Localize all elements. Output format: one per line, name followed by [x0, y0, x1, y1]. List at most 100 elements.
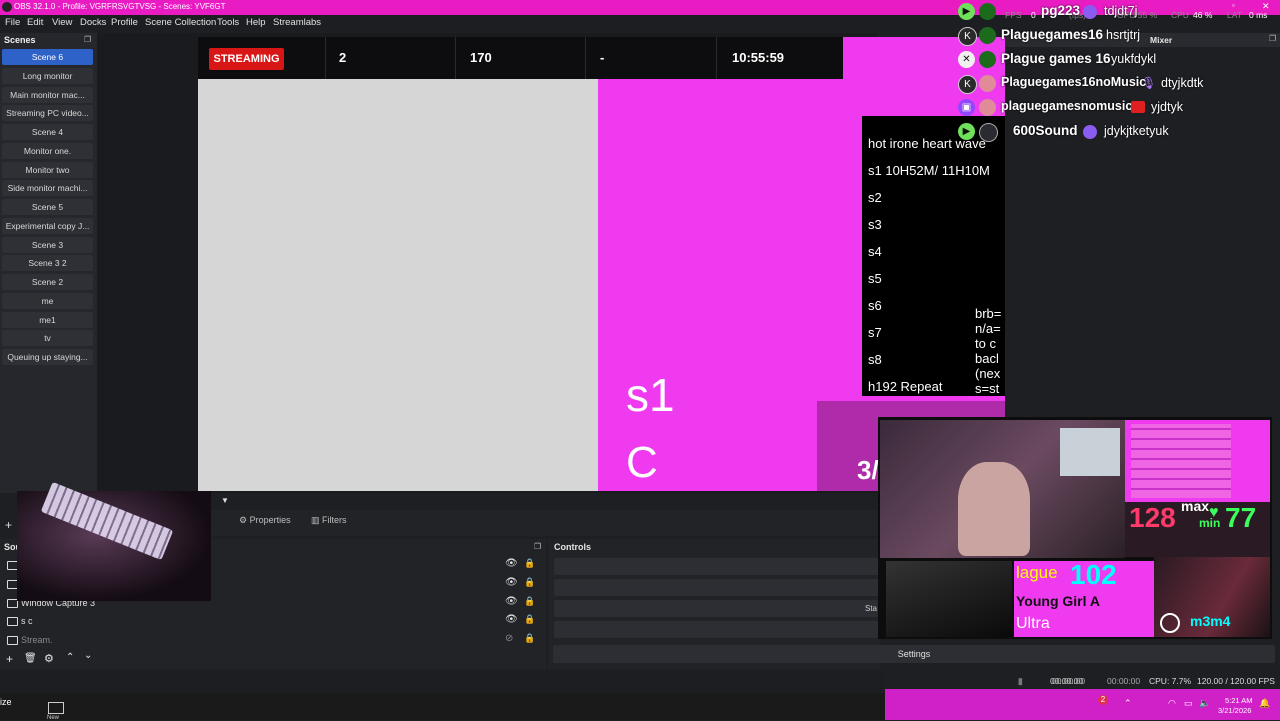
scene-item[interactable]: Streaming PC video...: [2, 105, 93, 121]
menu-edit[interactable]: Edit: [27, 17, 43, 28]
scene-item[interactable]: me: [2, 293, 93, 309]
stat-a: 128: [1129, 502, 1176, 533]
mic-badge-icon: 🎙: [1141, 76, 1157, 90]
control-button[interactable]: [554, 621, 880, 638]
gear-icon: ⚙: [239, 515, 248, 525]
menu-view[interactable]: View: [52, 17, 72, 28]
settings-button[interactable]: Settings: [553, 645, 1275, 663]
menu-tools[interactable]: Tools: [217, 17, 239, 28]
chevron-up-icon[interactable]: ⌃: [1124, 698, 1132, 709]
x-icon: ✕: [958, 51, 975, 68]
eye-icon[interactable]: 👁: [505, 596, 518, 607]
add-source-icon[interactable]: +: [6, 652, 13, 666]
menu-help[interactable]: Help: [246, 17, 266, 28]
clock-date[interactable]: 3/21/2026: [1218, 706, 1251, 715]
volume-icon[interactable]: 🔈: [1199, 698, 1210, 709]
obs-logo-icon: [2, 2, 12, 12]
scene-item[interactable]: Scene 3 2: [2, 255, 93, 271]
taskbar-app-button[interactable]: [48, 702, 64, 714]
scene-item[interactable]: Queuing up staying...: [2, 349, 93, 365]
scene-item[interactable]: Scene 4: [2, 124, 93, 140]
controls-header: Controls: [554, 542, 591, 552]
record-timer: 00:00:00: [1107, 676, 1141, 686]
scene-item[interactable]: Main monitor mac...: [2, 87, 93, 103]
stat-dash: -: [600, 50, 605, 65]
widget-line-2: Young Girl A: [1016, 593, 1100, 609]
chevron-down-icon[interactable]: ⌄: [84, 650, 92, 661]
dropdown-arrow-icon[interactable]: ▼: [221, 496, 229, 505]
menu-streamlabs[interactable]: Streamlabs: [273, 17, 321, 28]
eye-icon[interactable]: 👁: [505, 558, 518, 569]
keyboard-camera-feed: [17, 481, 211, 601]
anime-art: [886, 561, 1012, 637]
menu-file[interactable]: File: [5, 17, 20, 28]
lock-icon[interactable]: 🔒: [524, 596, 535, 607]
cpu-label: CPU: [1171, 10, 1189, 20]
control-button[interactable]: [554, 558, 880, 575]
eye-icon[interactable]: 👁: [505, 577, 518, 588]
lock-icon[interactable]: 🔒: [524, 633, 535, 644]
streamer-image: [958, 462, 1030, 556]
properties-button[interactable]: ⚙ Properties: [239, 515, 291, 526]
schedule-line: s3: [868, 217, 882, 232]
scene-item[interactable]: Monitor one.: [2, 143, 93, 159]
source-name: s c: [21, 616, 33, 626]
avatar: [979, 99, 996, 116]
scene-item[interactable]: Scene 3: [2, 237, 93, 253]
menu-docks[interactable]: Docks: [80, 17, 106, 28]
clock-time[interactable]: 5:21 AM: [1225, 696, 1253, 705]
start-streaming-button[interactable]: [554, 600, 880, 617]
scene-item[interactable]: Side monitor machi...: [2, 180, 93, 196]
monitor-icon[interactable]: ▭: [1184, 698, 1193, 709]
chat-text: hsrtjtrj: [1106, 28, 1141, 42]
add-scene-icon[interactable]: +: [5, 518, 12, 532]
window-icon: [7, 636, 18, 645]
scene-item[interactable]: Experimental copy J...: [2, 218, 93, 234]
stream-timer: 00:00:00: [1052, 676, 1086, 686]
eye-icon[interactable]: 👁: [505, 614, 518, 625]
notification-bell-icon[interactable]: 🔔: [1259, 698, 1270, 709]
menu-profile[interactable]: Profile: [111, 17, 138, 28]
menu-scene-collection[interactable]: Scene Collection: [145, 17, 216, 28]
schedule-line: s2: [868, 190, 882, 205]
wifi-icon[interactable]: ◠: [1168, 698, 1176, 709]
taskbar-pink-region: [885, 689, 1280, 720]
undock-icon[interactable]: ❐: [534, 542, 541, 551]
scene-item[interactable]: Monitor two: [2, 162, 93, 178]
source-row[interactable]: Stream. ⊘ 🔒: [4, 633, 544, 649]
chat-text: tdjdt7j: [1104, 4, 1138, 18]
scene-item[interactable]: Scene 5: [2, 199, 93, 215]
chevron-up-icon[interactable]: ⌃: [66, 652, 74, 663]
lat-value: 0 ms: [1249, 10, 1268, 20]
fps-readout: 120.00 / 120.00 FPS: [1197, 676, 1275, 686]
scene-item[interactable]: Long monitor: [2, 68, 93, 84]
filters-button[interactable]: ▥ Filters: [311, 515, 347, 526]
undock-icon[interactable]: ❐: [84, 35, 91, 44]
chat-text: dtyjkdtk: [1161, 76, 1204, 90]
chat-username: pg223: [1041, 3, 1081, 18]
side-note: bacl: [975, 351, 999, 366]
youtube-icon: ▶: [958, 3, 975, 20]
trash-icon[interactable]: 🗑: [24, 653, 37, 664]
lat-label: LAT: [1227, 10, 1242, 20]
audio-mixer-label: Mixer: [1150, 35, 1173, 45]
gear-icon[interactable]: ⚙: [44, 652, 54, 665]
minimize-icon[interactable]: ▫: [1232, 1, 1235, 10]
eye-hidden-icon[interactable]: ⊘: [505, 633, 513, 644]
source-row[interactable]: s c 👁 🔒: [4, 614, 544, 630]
side-note: (nex: [975, 366, 1001, 381]
scene-item[interactable]: tv: [2, 330, 93, 346]
lock-icon[interactable]: 🔒: [524, 614, 535, 625]
scene-item[interactable]: Scene 2: [2, 274, 93, 290]
control-button[interactable]: [554, 579, 880, 596]
scenes-dock: Scenes ❐ Scene 6 Long monitor Main monit…: [0, 33, 97, 493]
lock-icon[interactable]: 🔒: [524, 558, 535, 569]
side-note: n/a=: [975, 321, 1001, 336]
window-title: OBS 32.1.0 - Profile: VGRFRSVGTVSG - Sce…: [14, 2, 226, 11]
scene-item[interactable]: Scene 6: [2, 49, 93, 65]
undock-icon[interactable]: ❐: [1269, 34, 1276, 43]
source-toolbar: ⚙ Properties ▥ Filters: [210, 510, 880, 536]
lock-icon[interactable]: 🔒: [524, 577, 535, 588]
scene-item[interactable]: me1: [2, 312, 93, 328]
widget-line-3: Ultra: [1016, 615, 1050, 632]
